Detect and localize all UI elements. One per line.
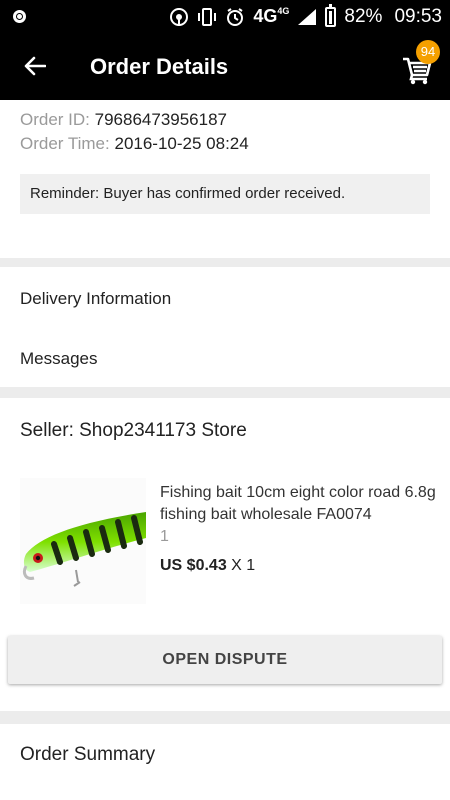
order-summary-card: Order Summary [0, 724, 450, 800]
status-icons: 4G4G 82% 09:53 [169, 0, 442, 33]
network-type: 4G4G [253, 6, 290, 26]
seller-name[interactable]: Seller: Shop2341173 Store [20, 420, 247, 442]
cart-count-badge: 94 [416, 40, 440, 64]
order-info-card: Order ID: 79686473956187 Order Time: 201… [0, 100, 450, 258]
order-time-label: Order Time: [20, 134, 110, 153]
status-bar: 4G4G 82% 09:53 [0, 0, 450, 33]
clock: 09:53 [394, 5, 442, 27]
vibrate-icon [197, 7, 217, 27]
order-id-value: 79686473956187 [94, 110, 228, 129]
order-id-label: Order ID: [20, 110, 90, 129]
product-variant: 1 [160, 528, 169, 545]
open-dispute-button[interactable]: OPEN DISPUTE [8, 636, 442, 684]
cast-icon [169, 7, 189, 27]
battery-icon [325, 3, 337, 27]
order-summary-title: Order Summary [20, 744, 156, 765]
battery-percent: 82% [344, 5, 383, 27]
product-image[interactable] [20, 478, 146, 604]
page-title: Order Details [90, 54, 229, 79]
product-price: US $0.43 [160, 557, 227, 574]
back-button[interactable] [18, 51, 52, 81]
notification-icon [13, 10, 26, 23]
arrow-left-icon [24, 56, 46, 76]
product-title[interactable]: Fishing bait 10cm eight color road 6.8g … [160, 482, 440, 526]
messages-link[interactable]: Messages [20, 349, 97, 369]
delivery-information-link[interactable]: Delivery Information [20, 289, 171, 309]
product-quantity: X 1 [231, 557, 256, 574]
app-bar: Order Details 94 [0, 33, 450, 100]
price-row: US $0.43 X 1 [160, 557, 255, 575]
signal-icon [297, 8, 317, 26]
reminder-banner: Reminder: Buyer has confirmed order rece… [20, 174, 430, 214]
alarm-icon [225, 7, 245, 27]
order-id-row: Order ID: 79686473956187 [20, 110, 227, 130]
order-links-card: Delivery Information Messages [0, 267, 450, 387]
order-time-row: Order Time: 2016-10-25 08:24 [20, 134, 249, 154]
order-time-value: 2016-10-25 08:24 [114, 134, 249, 153]
seller-card: Seller: Shop2341173 Store Fishing bait 1… [0, 398, 450, 711]
fishing-lure-image [22, 512, 146, 587]
